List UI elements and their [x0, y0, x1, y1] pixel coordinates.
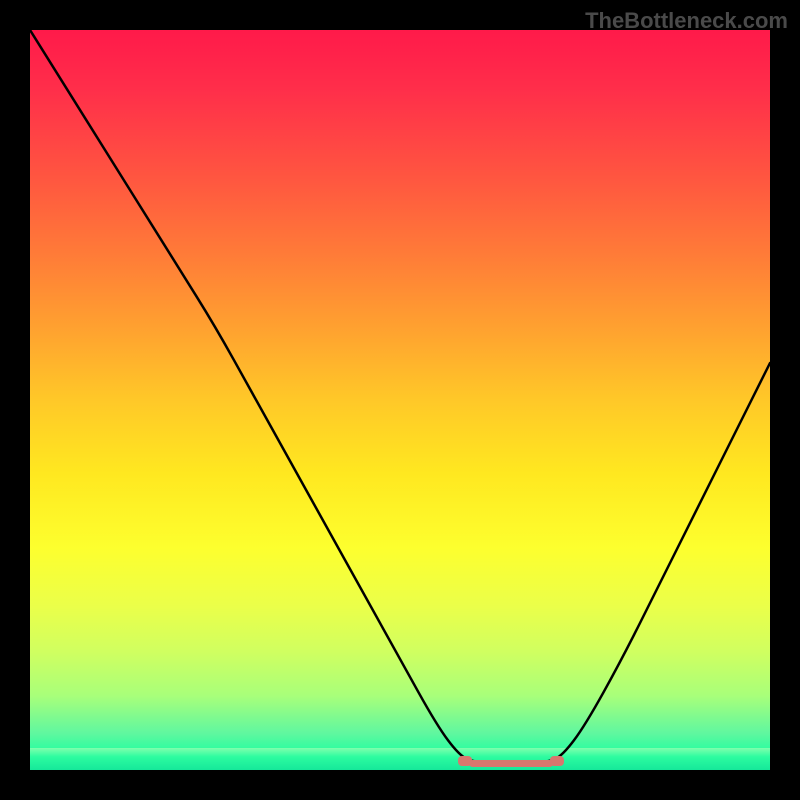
chart-plot-area: [30, 30, 770, 770]
bottleneck-curve-path: [30, 30, 770, 763]
watermark-text: TheBottleneck.com: [585, 8, 788, 34]
trough-marker-mid: [469, 760, 553, 767]
bottleneck-curve-svg: [30, 30, 770, 770]
trough-marker-right: [550, 756, 564, 766]
